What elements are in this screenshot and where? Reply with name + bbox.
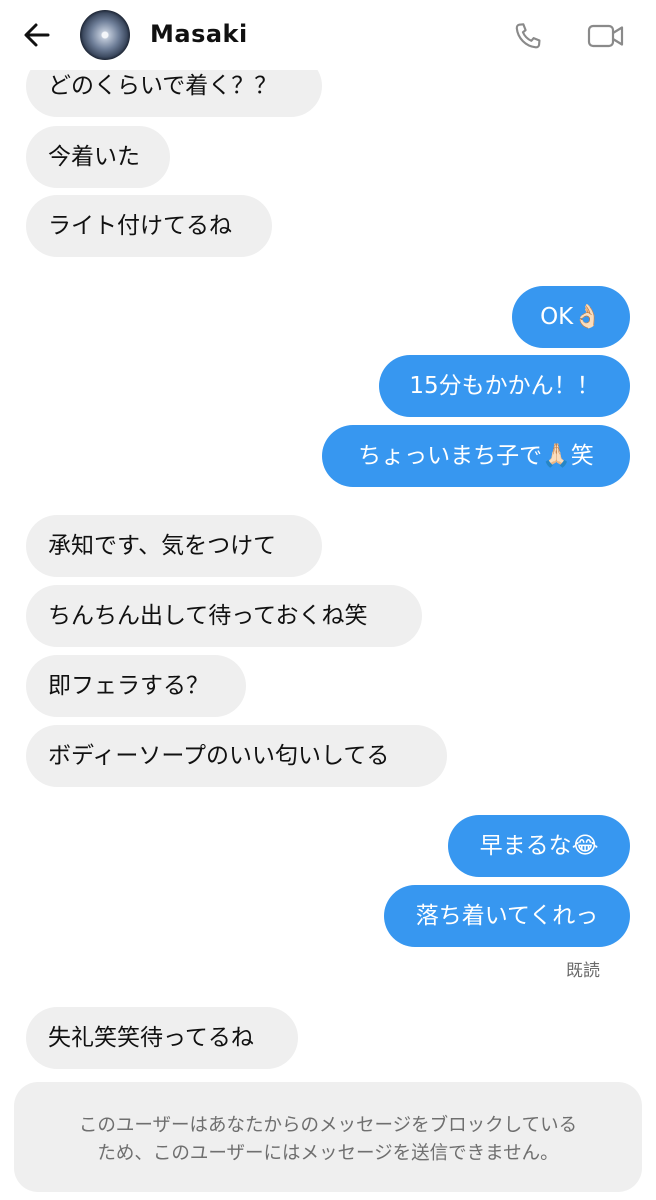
contact-name[interactable]: Masaki: [150, 20, 248, 48]
read-receipt: 既読: [566, 961, 600, 981]
message-bubble-incoming[interactable]: 今着いた: [26, 126, 170, 188]
blocked-notice-line: ため、このユーザーにはメッセージを送信できません。: [97, 1143, 559, 1164]
message-bubble-incoming[interactable]: ボディーソープのいい匂いしてる: [26, 725, 447, 787]
video-call-button[interactable]: [586, 20, 626, 52]
blocked-notice-line: このユーザーはあなたからのメッセージをブロックしている: [78, 1115, 578, 1136]
message-thread: どのくらいで着く？？ 今着いた ライト付けてるね OK👌🏻 15分もかかん！！ …: [0, 0, 656, 1200]
message-bubble-incoming[interactable]: ちんちん出して待っておくね笑: [26, 585, 422, 647]
phone-icon: [515, 23, 541, 49]
message-bubble-incoming[interactable]: 承知です、気をつけて: [26, 515, 322, 577]
message-bubble-outgoing[interactable]: ちょっいまち子で🙏🏻笑: [322, 425, 630, 487]
message-bubble-outgoing[interactable]: 早まるな😂: [448, 815, 630, 877]
avatar[interactable]: [80, 10, 130, 60]
message-bubble-incoming[interactable]: 即フェラする？: [26, 655, 246, 717]
arrow-left-icon: [24, 23, 50, 47]
message-bubble-outgoing[interactable]: OK👌🏻: [512, 286, 630, 348]
message-bubble-incoming[interactable]: ライト付けてるね: [26, 195, 272, 257]
message-bubble-outgoing[interactable]: 15分もかかん！！: [379, 355, 630, 417]
chat-header: Masaki: [0, 0, 656, 70]
message-bubble-incoming[interactable]: 失礼笑笑待ってるね: [26, 1007, 298, 1069]
voice-call-button[interactable]: [512, 20, 544, 52]
blocked-notice: このユーザーはあなたからのメッセージをブロックしている ため、このユーザーにはメ…: [14, 1082, 642, 1192]
video-camera-icon: [587, 24, 624, 48]
message-bubble-outgoing[interactable]: 落ち着いてくれっ: [384, 885, 630, 947]
back-button[interactable]: [22, 20, 52, 50]
